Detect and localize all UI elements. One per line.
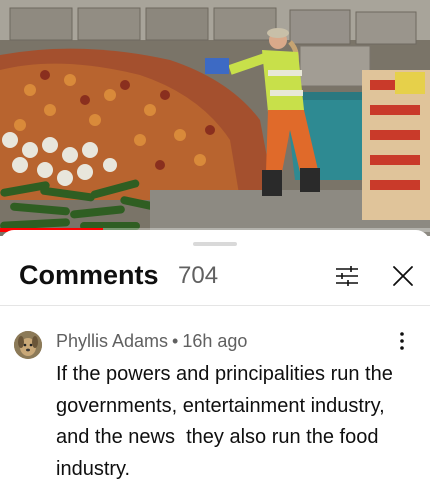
video-frame-image	[0, 0, 430, 236]
video-player[interactable]	[0, 0, 430, 236]
comments-title: Comments	[19, 260, 159, 290]
comment-time: 16h ago	[182, 331, 248, 351]
comment-item: Phyllis Adams • 16h ago If the powers and …	[0, 326, 430, 496]
comment-author[interactable]: Phyllis Adams	[56, 331, 168, 351]
avatar-dog-icon	[14, 331, 42, 359]
meta-separator: •	[172, 331, 179, 351]
comment-text: If the powers and principalities run the…	[56, 363, 399, 480]
avatar[interactable]	[14, 331, 42, 359]
comments-sheet: Comments 704 Phyllis Adams • 16h ago If …	[0, 230, 430, 500]
filter-button[interactable]	[334, 264, 360, 288]
more-vertical-icon	[400, 332, 404, 350]
filter-sliders-icon	[336, 266, 358, 286]
comments-count: 704	[178, 262, 219, 289]
close-button[interactable]	[389, 262, 417, 290]
drag-handle[interactable]	[193, 242, 237, 246]
comment-menu-button[interactable]	[392, 330, 412, 352]
close-x-icon	[393, 266, 413, 286]
comment-meta: Phyllis Adams • 16h ago	[56, 331, 247, 352]
header-divider	[0, 305, 430, 306]
comments-header: Comments 704	[0, 254, 430, 304]
